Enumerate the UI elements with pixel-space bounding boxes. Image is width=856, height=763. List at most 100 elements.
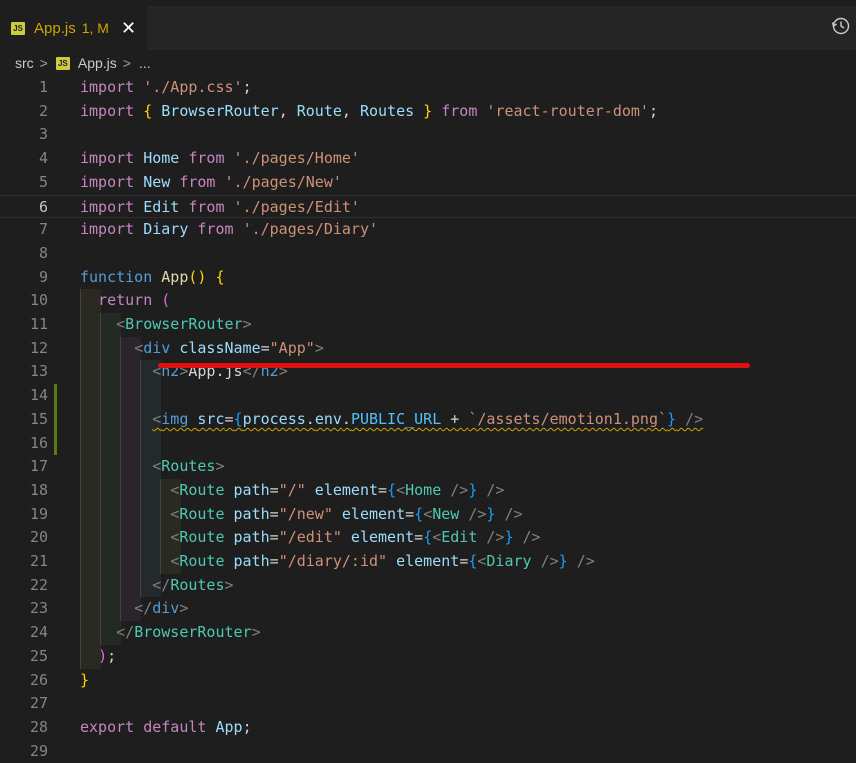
code-token: </ — [134, 599, 153, 618]
line-number: 5 — [38, 172, 48, 191]
line-number: 20 — [29, 528, 48, 547]
code-token: = — [224, 409, 234, 428]
code-token: Home — [405, 480, 451, 499]
code-line[interactable]: 27 — [0, 692, 856, 716]
code-line[interactable]: 10 return ( — [0, 289, 856, 313]
code-line[interactable]: 19 <Route path="/new" element={<New />} … — [0, 503, 856, 527]
code-token: export — [80, 717, 144, 736]
code-token: , — [341, 101, 360, 120]
code-token: { — [233, 409, 243, 428]
js-file-icon: JS — [11, 21, 25, 35]
code-token: > — [251, 623, 261, 642]
editor-text-area[interactable]: 1 import './App.css'; 2 import { BrowserRou… — [0, 76, 856, 763]
line-code: </div> — [80, 597, 188, 621]
code-token: "/new" — [278, 504, 333, 523]
tab-app-js[interactable]: JS App.js 1, M ✕ — [0, 6, 147, 50]
code-token: < — [432, 528, 442, 547]
breadcrumb-folder-src[interactable]: src — [15, 55, 34, 71]
code-token: Home — [143, 149, 180, 168]
breadcrumb-file[interactable]: App.js — [78, 55, 117, 71]
line-code: <Routes> — [80, 455, 224, 479]
code-line[interactable]: 24 </BrowserRouter> — [0, 621, 856, 645]
code-token: ; — [107, 646, 117, 665]
code-token: img — [161, 409, 198, 428]
code-token: Diary — [143, 220, 189, 239]
code-line[interactable]: 16 — [0, 432, 856, 456]
code-token: import — [80, 101, 144, 120]
line-number: 7 — [38, 220, 48, 239]
code-token: path — [233, 504, 270, 523]
code-token: /> — [477, 480, 505, 499]
code-token: Routes — [170, 575, 225, 594]
code-line[interactable]: 26} — [0, 669, 856, 693]
close-icon[interactable]: ✕ — [121, 19, 136, 37]
line-code: return ( — [80, 289, 170, 313]
code-line[interactable]: 7 import Diary from './pages/Diary' — [0, 218, 856, 242]
code-line[interactable]: 8 — [0, 242, 856, 266]
line-code: import Diary from './pages/Diary' — [80, 218, 378, 242]
code-line[interactable]: 6 import Edit from './pages/Edit' — [0, 194, 856, 219]
code-token: PUBLIC_URL — [350, 409, 442, 428]
code-token: } — [558, 552, 568, 570]
code-line[interactable]: 4 import Home from './pages/Home' — [0, 147, 856, 171]
code-token: Route — [179, 504, 234, 523]
code-line[interactable]: 3 — [0, 123, 856, 147]
code-token: App — [215, 717, 243, 736]
code-token: { — [414, 504, 424, 523]
code-line[interactable]: 22 </Routes> — [0, 574, 856, 598]
code-line[interactable]: 23 </div> — [0, 597, 856, 621]
code-token: default — [143, 717, 216, 736]
code-token: 'react-router-dom' — [486, 101, 649, 120]
line-code: </BrowserRouter> — [80, 621, 261, 645]
code-token: from — [179, 149, 234, 168]
code-line[interactable]: 17 <Routes> — [0, 455, 856, 479]
history-icon[interactable] — [830, 15, 852, 37]
code-line[interactable]: 11 <BrowserRouter> — [0, 313, 856, 337]
code-token: element — [341, 528, 415, 547]
code-token: < — [116, 315, 126, 333]
code-line[interactable]: 25 ); — [0, 645, 856, 669]
line-number: 2 — [38, 101, 48, 120]
breadcrumb-symbols[interactable]: ... — [139, 55, 151, 71]
code-line[interactable]: 18 <Route path="/" element={<Home />} /> — [0, 479, 856, 503]
code-token: env — [314, 409, 342, 428]
code-token: < — [134, 338, 144, 357]
line-number: 24 — [29, 623, 48, 642]
line-number: 21 — [29, 552, 48, 570]
code-line[interactable]: 29 — [0, 740, 856, 763]
tab-bar: JS App.js 1, M ✕ — [0, 0, 856, 50]
code-token: , — [278, 101, 297, 120]
line-code: <Route path="/" element={<Home />} /> — [80, 479, 504, 503]
code-token: > — [179, 599, 189, 618]
code-token: import — [80, 78, 144, 96]
code-token: < — [152, 409, 162, 428]
code-token: './App.css' — [143, 78, 243, 96]
line-number: 18 — [29, 480, 48, 499]
code-line[interactable]: 2 import { BrowserRouter, Route, Routes }… — [0, 100, 856, 124]
line-code: <img src={process.env.PUBLIC_URL + `/ass… — [80, 408, 703, 432]
code-token: /> — [567, 552, 595, 570]
code-line[interactable]: 1 import './App.css'; — [0, 76, 856, 100]
code-line[interactable]: 12 <div className="App"> — [0, 337, 856, 361]
code-line[interactable]: 20 <Route path="/edit" element={<Edit />… — [0, 526, 856, 550]
code-token: { — [143, 101, 162, 120]
line-code: <BrowserRouter> — [80, 313, 252, 337]
code-line[interactable]: 14 — [0, 384, 856, 408]
code-line[interactable]: 21 <Route path="/diary/:id" element={<Di… — [0, 550, 856, 574]
code-token: Route — [296, 101, 342, 120]
code-line[interactable]: 28 export default App; — [0, 716, 856, 740]
code-token: > — [242, 315, 252, 333]
annotation-underline — [158, 363, 750, 368]
code-line[interactable]: 15 <img src={process.env.PUBLIC_URL + `/… — [0, 408, 856, 432]
line-number: 15 — [29, 409, 48, 428]
tab-problem-badge: 1, M — [81, 20, 109, 36]
code-token: "App" — [269, 338, 315, 357]
code-token: . — [305, 409, 315, 428]
code-line[interactable]: 9 function App() { — [0, 266, 856, 290]
code-line[interactable]: 5 import New from './pages/New' — [0, 171, 856, 195]
line-number: 26 — [29, 670, 48, 689]
